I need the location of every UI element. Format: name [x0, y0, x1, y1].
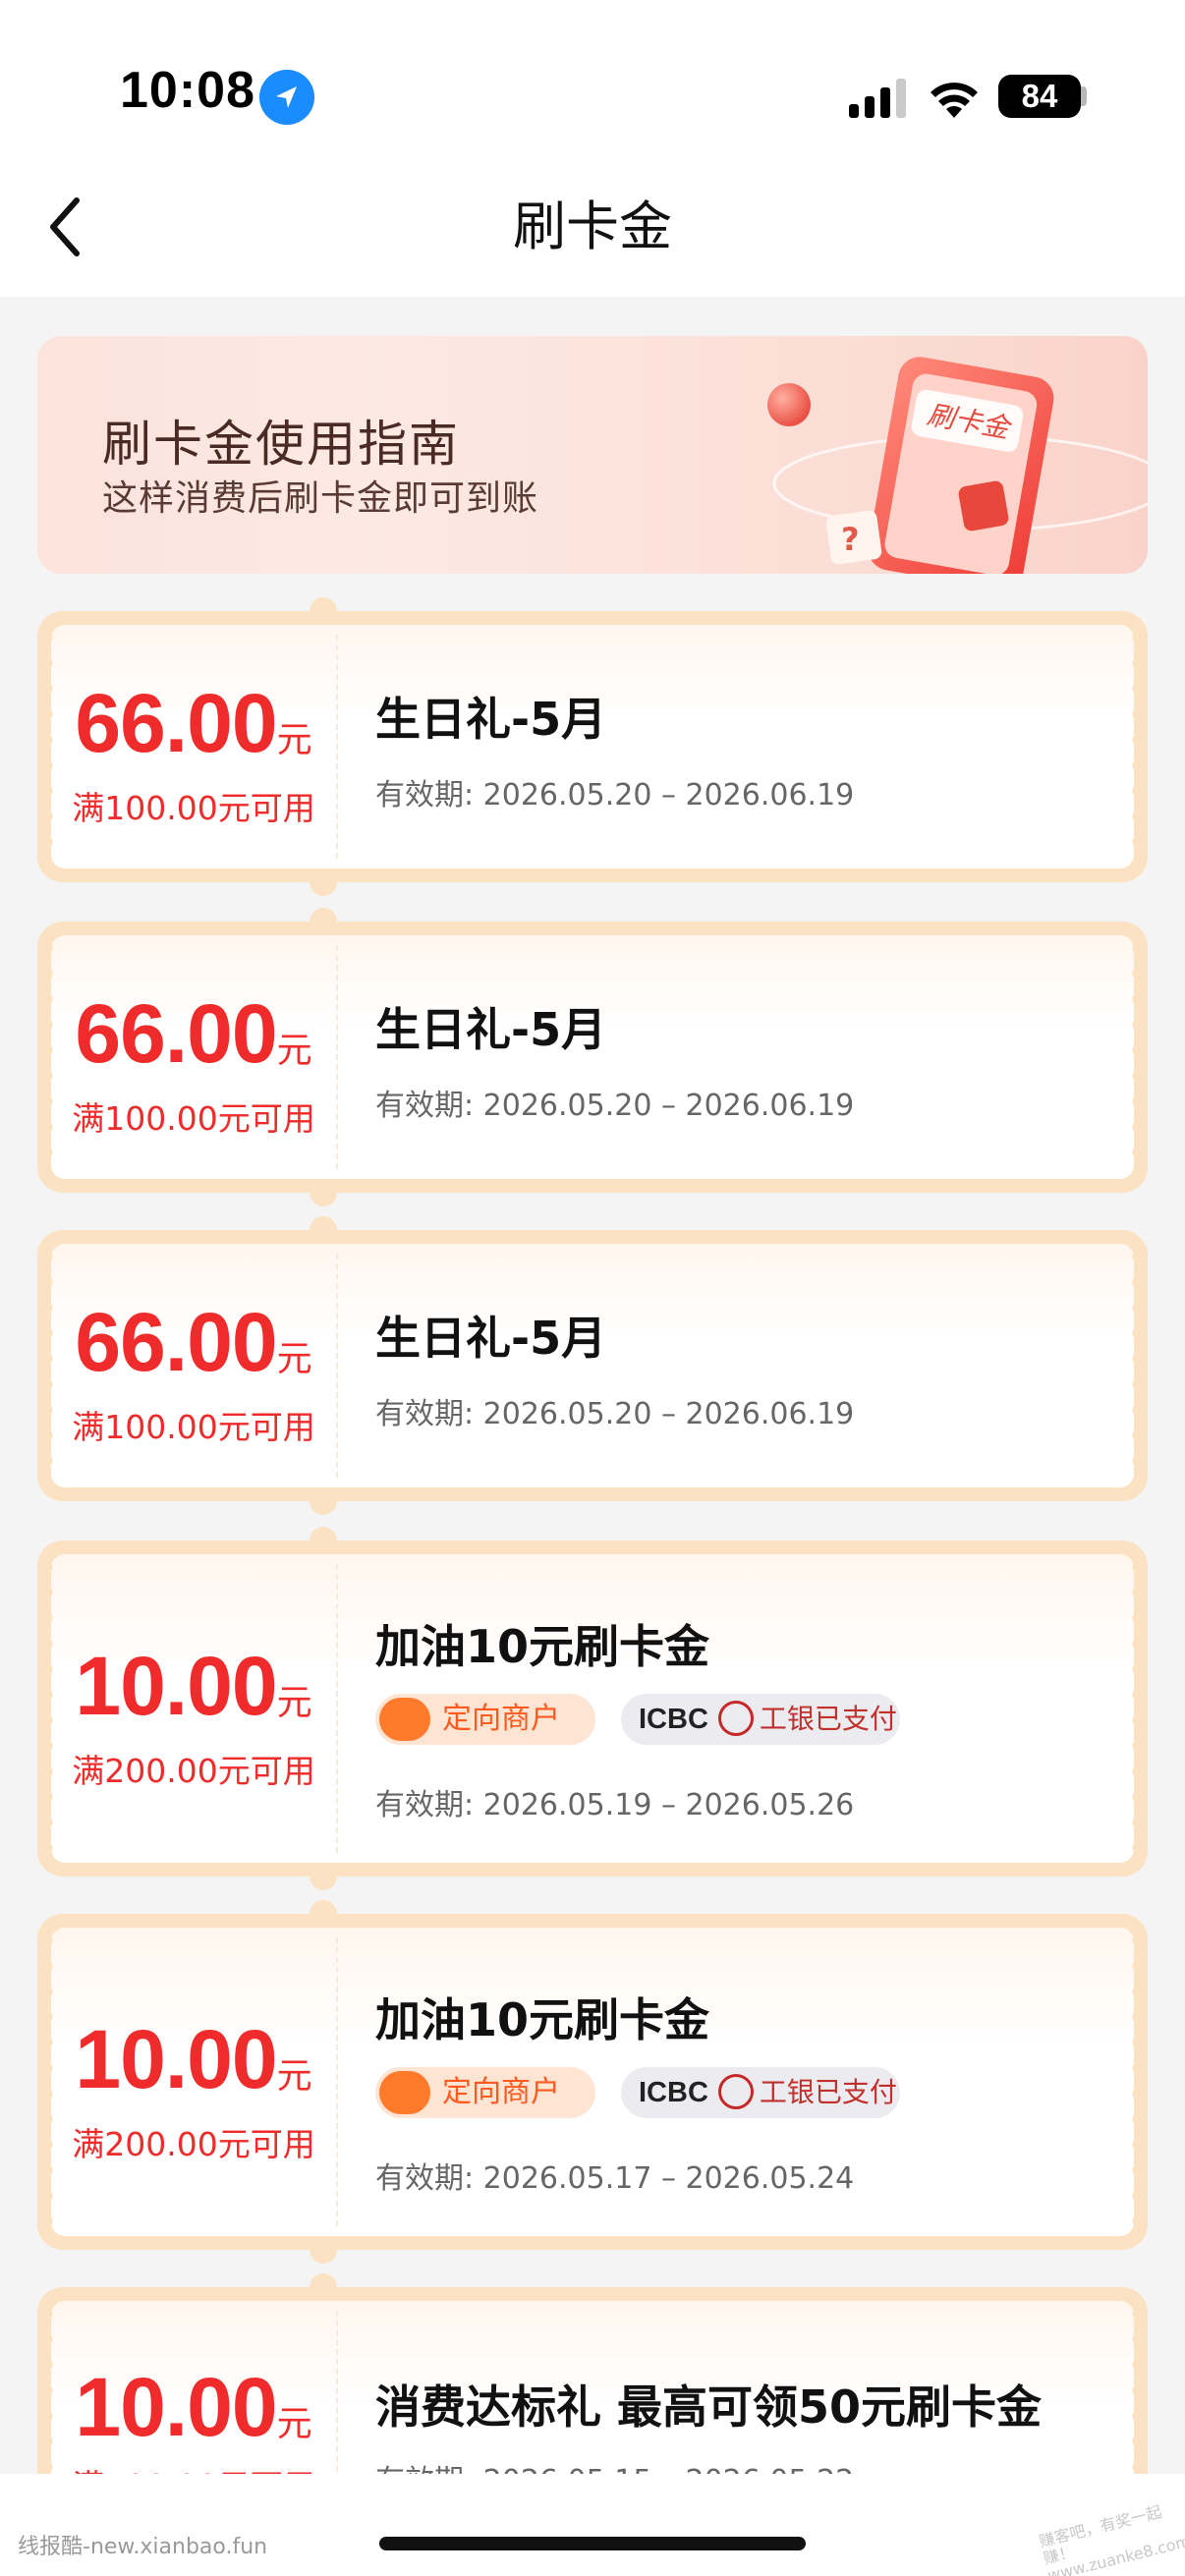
coupon-amount: 66.00元 — [75, 1296, 312, 1388]
coupon-notch — [310, 1216, 337, 1244]
coupon-condition: 满200.00元可用 — [72, 1752, 315, 1790]
icbc-logo-icon — [717, 2074, 754, 2109]
store-icon — [379, 2071, 430, 2114]
battery-indicator: 84 — [998, 75, 1081, 118]
coupon-edge-right — [1129, 1554, 1134, 1863]
coupon-notch — [310, 1900, 337, 1928]
coupon-amount: 66.00元 — [75, 677, 312, 769]
coupon-title: 生日礼-5月 — [375, 1312, 607, 1365]
icbc-tag: ICBC 工银已支付 — [621, 1694, 900, 1745]
coupon-divider — [336, 1564, 338, 1853]
watermark-left: 线报酷-new.xianbao.fun — [18, 2535, 268, 2559]
coupon-card[interactable]: 10.00元 满200.00元可用 加油10元刷卡金 定向商户 ICBC 工银已支… — [37, 1527, 1148, 1890]
coupon-notch — [310, 1487, 337, 1515]
coupon-validity: 有效期: 2026.05.17 – 2026.05.24 — [375, 2161, 855, 2196]
coupon-edge-right — [1129, 1244, 1134, 1487]
icbc-tag: ICBC 工银已支付 — [621, 2067, 900, 2118]
coupon-notch — [310, 1863, 337, 1890]
coupon-amount: 10.00元 — [75, 2013, 312, 2105]
coupon-condition: 满200.00元可用 — [72, 2125, 315, 2163]
coupon-body: 10.00元 满200.00元可用 加油10元刷卡金 定向商户 ICBC 工银已支… — [51, 1554, 1134, 1863]
coupon-card[interactable]: 66.00元 满100.00元可用 生日礼-5月 有效期: 2026.05.20… — [37, 1216, 1148, 1515]
bottom-bar — [0, 2474, 1185, 2576]
svg-text:?: ? — [841, 521, 860, 558]
cellular-signal-icon — [849, 79, 906, 118]
merchant-tag: 定向商户 — [375, 2067, 595, 2118]
coupon-validity: 有效期: 2026.05.19 – 2026.05.26 — [375, 1788, 855, 1822]
coupon-title: 生日礼-5月 — [375, 1003, 607, 1056]
coupon-edge-right — [1129, 1928, 1134, 2236]
coupon-validity: 有效期: 2026.05.20 – 2026.06.19 — [375, 1089, 855, 1123]
coupon-edge-right — [1129, 625, 1134, 868]
merchant-tag: 定向商户 — [375, 1694, 595, 1745]
phone-illustration-icon: 刷卡金 ? — [767, 357, 1148, 574]
store-icon — [379, 1698, 430, 1741]
coupon-notch — [310, 597, 337, 625]
coupon-amount: 10.00元 — [75, 1640, 312, 1732]
coupon-notch — [310, 2273, 337, 2301]
coupon-title: 加油10元刷卡金 — [375, 1993, 710, 2046]
coupon-edge-right — [1129, 935, 1134, 1179]
status-time: 10:08 — [120, 62, 255, 119]
coupon-condition: 满100.00元可用 — [72, 1099, 315, 1138]
coupon-notch — [310, 908, 337, 935]
guide-banner[interactable]: 刷卡金使用指南 这样消费后刷卡金即可到账 刷卡金 ? — [37, 336, 1148, 574]
coupon-title: 生日礼-5月 — [375, 693, 607, 746]
coupon-validity: 有效期: 2026.05.20 – 2026.06.19 — [375, 778, 855, 812]
coupon-title: 加油10元刷卡金 — [375, 1620, 710, 1673]
coupon-body: 10.00元 满200.00元可用 加油10元刷卡金 定向商户 ICBC 工银已支… — [51, 1928, 1134, 2236]
coupon-card[interactable]: 66.00元 满100.00元可用 生日礼-5月 有效期: 2026.05.20… — [37, 908, 1148, 1206]
banner-title: 刷卡金使用指南 — [102, 416, 460, 473]
coupon-amount: 10.00元 — [75, 2361, 312, 2453]
coupon-body: 66.00元 满100.00元可用 生日礼-5月 有效期: 2026.05.20… — [51, 625, 1134, 868]
page-title: 刷卡金 — [513, 196, 672, 257]
coupon-body: 66.00元 满100.00元可用 生日礼-5月 有效期: 2026.05.20… — [51, 1244, 1134, 1487]
wifi-icon — [931, 83, 978, 118]
coupon-notch — [310, 1179, 337, 1206]
coupon-condition: 满100.00元可用 — [72, 1408, 315, 1446]
coupon-divider — [336, 1937, 338, 2226]
coupon-title: 消费达标礼 最高可领50元刷卡金 — [375, 2380, 1043, 2434]
battery-tip — [1081, 86, 1087, 106]
location-arrow-icon — [259, 70, 314, 125]
coupon-validity: 有效期: 2026.05.20 – 2026.06.19 — [375, 1397, 855, 1431]
coupon-card[interactable]: 66.00元 满100.00元可用 生日礼-5月 有效期: 2026.05.20… — [37, 597, 1148, 896]
coupon-divider — [336, 635, 338, 859]
coupon-notch — [310, 2236, 337, 2264]
icbc-logo-icon — [717, 1701, 754, 1736]
home-indicator[interactable] — [379, 2537, 806, 2550]
coupon-divider — [336, 1254, 338, 1478]
coupon-amount: 66.00元 — [75, 987, 312, 1080]
coupon-body: 66.00元 满100.00元可用 生日礼-5月 有效期: 2026.05.20… — [51, 935, 1134, 1179]
coupon-notch — [310, 868, 337, 896]
coupon-notch — [310, 1527, 337, 1554]
coupon-divider — [336, 945, 338, 1169]
coupon-condition: 满100.00元可用 — [72, 789, 315, 827]
banner-subtitle: 这样消费后刷卡金即可到账 — [102, 478, 539, 519]
coupon-card[interactable]: 10.00元 满200.00元可用 加油10元刷卡金 定向商户 ICBC 工银已支… — [37, 1900, 1148, 2264]
